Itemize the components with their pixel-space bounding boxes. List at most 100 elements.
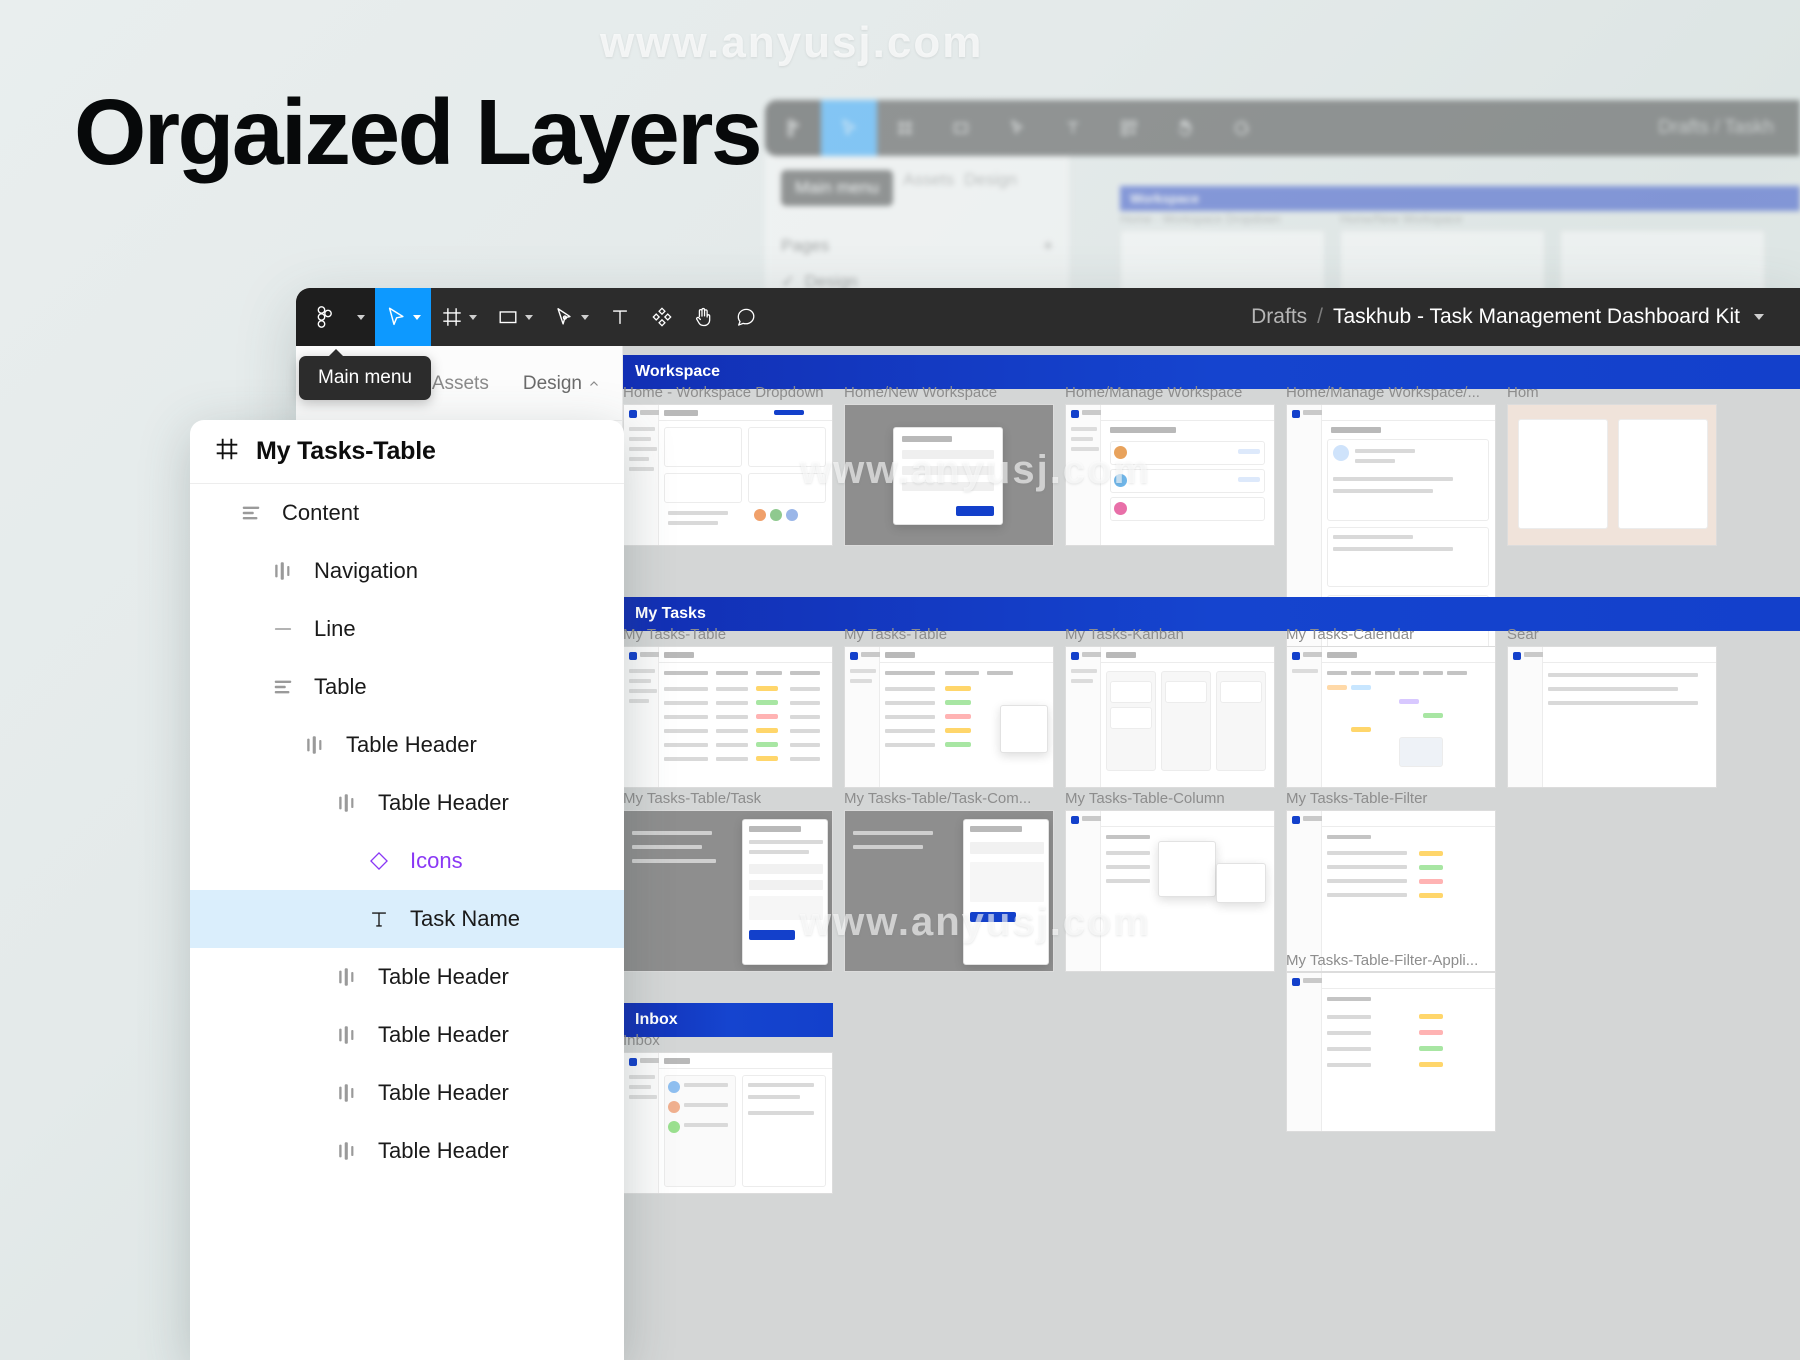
layer-label: Table Header bbox=[378, 964, 509, 990]
frame-label[interactable]: My Tasks-Table/Task bbox=[623, 790, 823, 807]
text-tool-icon[interactable] bbox=[599, 288, 641, 346]
pen-tool-chevron-down-icon bbox=[581, 315, 589, 320]
tab-design-chevron-up-icon bbox=[588, 378, 600, 390]
frame-thumbnail bbox=[1507, 404, 1717, 546]
frame-thumbnail bbox=[623, 646, 833, 788]
ghost-figma-logo-icon bbox=[765, 100, 821, 156]
ghost-hand-tool-icon bbox=[1157, 100, 1213, 156]
layer-label: Table Header bbox=[378, 1022, 509, 1048]
ghost-frame-label-2: Home/New Workspace bbox=[1340, 212, 1462, 226]
frame-label[interactable]: Home/New Workspace bbox=[844, 384, 1059, 401]
frame-label[interactable]: My Tasks-Table bbox=[844, 626, 1044, 643]
layer-row[interactable]: Table Header bbox=[190, 716, 624, 774]
figma-logo-icon[interactable] bbox=[296, 288, 354, 346]
layer-row[interactable]: Table Header bbox=[190, 1122, 624, 1180]
autolayout-icon bbox=[334, 966, 360, 988]
tab-assets[interactable]: Assets bbox=[432, 373, 489, 395]
frame-label[interactable]: My Tasks-Table-Filter bbox=[1286, 790, 1486, 807]
frame-thumbnail bbox=[844, 404, 1054, 546]
ghost-move-tool-icon bbox=[821, 100, 877, 156]
frame-label[interactable]: My Tasks-Kanban bbox=[1065, 626, 1265, 643]
ghost-pages-label: Pages bbox=[781, 236, 829, 256]
layer-row[interactable]: Icons bbox=[190, 832, 624, 890]
layer-label: Icons bbox=[410, 848, 463, 874]
layer-row[interactable]: Content bbox=[190, 484, 624, 542]
layer-label: Content bbox=[282, 500, 359, 526]
ghost-frame-label-1: Home - Workspace Dropdown bbox=[1120, 212, 1281, 226]
hand-tool-icon[interactable] bbox=[683, 288, 725, 346]
layer-row[interactable]: Table Header bbox=[190, 1064, 624, 1122]
ghost-component-tool-icon bbox=[1101, 100, 1157, 156]
ghost-tab-design: Design bbox=[964, 170, 1017, 206]
layer-row[interactable]: Table Header bbox=[190, 1006, 624, 1064]
component-icon bbox=[366, 850, 392, 872]
component-tool-icon[interactable] bbox=[641, 288, 683, 346]
frame-label[interactable]: Sear bbox=[1507, 626, 1627, 643]
frame-label[interactable]: Home - Workspace Dropdown bbox=[623, 384, 833, 401]
frame-thumbnail bbox=[1065, 810, 1275, 972]
watermark-top: www.anyusj.com bbox=[600, 18, 983, 68]
ghost-rectangle-tool-icon bbox=[933, 100, 989, 156]
autolayout-icon bbox=[270, 560, 296, 582]
frame-thumbnail bbox=[1507, 646, 1717, 788]
frame-thumbnail bbox=[623, 404, 833, 546]
canvas[interactable]: Workspace Home - Workspace Dropdown Home… bbox=[623, 346, 1800, 1360]
frame-label[interactable]: My Tasks-Table-Filter-Appli... bbox=[1286, 952, 1501, 969]
layer-row[interactable]: Table Header bbox=[190, 774, 624, 832]
figma-logo-dropdown-chevron-down-icon[interactable] bbox=[354, 288, 375, 346]
ghost-comment-tool-icon bbox=[1213, 100, 1269, 156]
move-tool-chevron-down-icon bbox=[413, 315, 421, 320]
ghost-breadcrumb-sep: / bbox=[1714, 117, 1719, 138]
frame-tool-icon[interactable] bbox=[431, 288, 487, 346]
ghost-add-page-icon: + bbox=[1043, 236, 1053, 256]
comment-tool-icon[interactable] bbox=[725, 288, 767, 346]
autolayout-icon bbox=[334, 1140, 360, 1162]
layer-label: Table Header bbox=[346, 732, 477, 758]
frame-label[interactable]: Home/Manage Workspace bbox=[1065, 384, 1280, 401]
rectangle-tool-icon[interactable] bbox=[487, 288, 543, 346]
rectangle-tool-chevron-down-icon bbox=[525, 315, 533, 320]
layer-label: Table Header bbox=[378, 1080, 509, 1106]
frame-icon bbox=[214, 436, 240, 467]
ghost-frame-tool-icon bbox=[877, 100, 933, 156]
ghost-breadcrumb: Drafts / Taskh bbox=[1658, 117, 1800, 139]
ghost-section-banner: Workspace bbox=[1120, 186, 1800, 211]
frame-label[interactable]: My Tasks-Calendar bbox=[1286, 626, 1486, 643]
frame-thumbnail bbox=[844, 810, 1054, 972]
breadcrumb-drafts[interactable]: Drafts bbox=[1251, 305, 1307, 329]
move-tool-icon[interactable] bbox=[375, 288, 431, 346]
layer-label: Line bbox=[314, 616, 356, 642]
layer-row[interactable]: Navigation bbox=[190, 542, 624, 600]
line-icon bbox=[270, 618, 296, 640]
frame-label[interactable]: My Tasks-Table/Task-Com... bbox=[844, 790, 1044, 807]
frame-label[interactable]: Home/Manage Workspace/... bbox=[1286, 384, 1491, 401]
ghost-pen-tool-icon bbox=[989, 100, 1045, 156]
main-menu-tooltip: Main menu bbox=[299, 356, 431, 400]
layer-row[interactable]: Line bbox=[190, 600, 624, 658]
pen-tool-icon[interactable] bbox=[543, 288, 599, 346]
layer-row[interactable]: Task Name bbox=[190, 890, 624, 948]
layer-row[interactable]: Table bbox=[190, 658, 624, 716]
breadcrumb-chevron-down-icon[interactable] bbox=[1754, 314, 1764, 320]
section-icon bbox=[270, 676, 296, 698]
frame-thumbnail bbox=[623, 1052, 833, 1194]
layer-label: Table bbox=[314, 674, 367, 700]
frame-label[interactable]: Inbox bbox=[623, 1032, 823, 1049]
frame-label[interactable]: My Tasks-Table-Column bbox=[1065, 790, 1265, 807]
ghost-panel-tabs: Main menu Assets Design bbox=[765, 156, 1069, 220]
autolayout-icon bbox=[302, 734, 328, 756]
frame-thumbnail bbox=[1286, 972, 1496, 1132]
ghost-toolbar: Drafts / Taskh bbox=[765, 100, 1800, 156]
frame-label[interactable]: My Tasks-Table bbox=[623, 626, 823, 643]
autolayout-icon bbox=[334, 792, 360, 814]
frame-label[interactable]: Hom bbox=[1507, 384, 1627, 401]
frame-thumbnail bbox=[1065, 404, 1275, 546]
layers-list[interactable]: Content Navigation Line Table Table Header Ta… bbox=[190, 484, 624, 1180]
text-icon bbox=[366, 908, 392, 930]
layers-panel-title: My Tasks-Table bbox=[256, 437, 436, 466]
breadcrumb-file-name[interactable]: Taskhub - Task Management Dashboard Kit bbox=[1333, 305, 1740, 329]
layer-row[interactable]: Table Header bbox=[190, 948, 624, 1006]
tab-design[interactable]: Design bbox=[523, 373, 600, 395]
autolayout-icon bbox=[334, 1024, 360, 1046]
frame-thumbnail bbox=[844, 646, 1054, 788]
